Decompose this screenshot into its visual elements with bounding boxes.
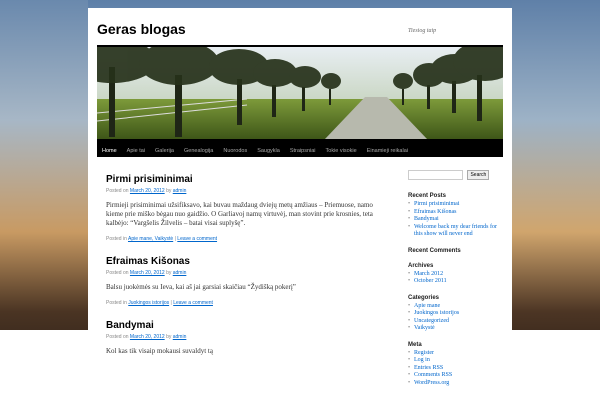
post-title[interactable]: Pirmi prisiminimai bbox=[106, 174, 376, 185]
header-landscape-image bbox=[97, 47, 503, 139]
nav-item-galerija[interactable]: Galerija bbox=[150, 142, 179, 160]
post-meta: Posted on March 20, 2012 by admin bbox=[106, 270, 376, 276]
category-link[interactable]: Uncategorized bbox=[408, 318, 502, 326]
recent-post-link[interactable]: Bandymai bbox=[408, 216, 502, 224]
archive-link[interactable]: March 2012 bbox=[408, 271, 502, 279]
post-author-link[interactable]: admin bbox=[173, 270, 187, 276]
recent-posts-title: Recent Posts bbox=[408, 193, 447, 199]
site-description: Tiesiog taip bbox=[408, 28, 437, 34]
post-body: Balsu juokėmės su Ieva, kai aš jai garsi… bbox=[106, 283, 296, 291]
search-form: Search bbox=[408, 166, 502, 184]
meta-link[interactable]: WordPress.org bbox=[408, 380, 502, 388]
meta-title: Meta bbox=[408, 341, 422, 348]
post-meta: Posted on March 20, 2012 by admin bbox=[106, 188, 376, 194]
post-author-link[interactable]: admin bbox=[173, 188, 187, 194]
search-input[interactable] bbox=[408, 169, 463, 180]
content-area: Pirmi prisiminimai Posted on March 20, 2… bbox=[106, 168, 376, 370]
post-title[interactable]: Efraimas Kišonas bbox=[106, 256, 376, 267]
archives-title: Archives bbox=[408, 262, 434, 269]
recent-posts-list: Pirmi prisiminimai Efraimas Kišonas Band… bbox=[408, 201, 502, 239]
leave-comment-link[interactable]: Leave a comment bbox=[177, 236, 217, 242]
posted-in-label: Posted in bbox=[106, 300, 127, 306]
meta-link[interactable]: Comments RSS bbox=[408, 372, 502, 380]
meta-link[interactable]: Log in bbox=[408, 357, 502, 365]
site-title[interactable]: Geras blogas bbox=[97, 21, 186, 37]
post-date-link[interactable]: March 20, 2012 bbox=[130, 334, 165, 340]
nav-item-apie-tai[interactable]: Apie tai bbox=[122, 142, 150, 160]
background-left bbox=[0, 0, 88, 400]
archives-list: March 2012 October 2011 bbox=[408, 271, 502, 286]
post-categories-link[interactable]: Juokingos istorijos bbox=[128, 300, 169, 306]
post-meta-by: by bbox=[166, 188, 172, 194]
nav-item-nuorodos[interactable]: Nuorodos bbox=[218, 142, 252, 160]
post-date-link[interactable]: March 20, 2012 bbox=[130, 188, 165, 194]
recent-post-link[interactable]: Efraimas Kišonas bbox=[408, 209, 502, 217]
post-meta-prefix: Posted on bbox=[106, 188, 129, 194]
page-wrapper: Geras blogas Tiesiog taip Home Apie tai … bbox=[88, 8, 512, 400]
post-utility: Posted in Apie mane, Vaikystė | Leave a … bbox=[106, 236, 376, 242]
leave-comment-link[interactable]: Leave a comment bbox=[173, 300, 213, 306]
categories-title: Categories bbox=[408, 294, 440, 301]
recent-comments-title: Recent Comments bbox=[408, 247, 461, 254]
post-utility: Posted in Juokingos istorijos | Leave a … bbox=[106, 300, 376, 306]
background-right bbox=[512, 0, 600, 400]
post: Efraimas Kišonas Posted on March 20, 201… bbox=[106, 256, 376, 306]
post-categories-link[interactable]: Apie mane, Vaikystė bbox=[128, 236, 173, 242]
meta-link[interactable]: Register bbox=[408, 350, 502, 358]
search-button[interactable]: Search bbox=[467, 169, 490, 180]
nav-item-tokie-visokie[interactable]: Tokie visokie bbox=[321, 142, 362, 160]
post-meta-by: by bbox=[166, 270, 172, 276]
posted-in-label: Posted in bbox=[106, 236, 127, 242]
post-meta: Posted on March 20, 2012 by admin bbox=[106, 334, 376, 340]
post-meta-prefix: Posted on bbox=[106, 334, 129, 340]
archive-link[interactable]: October 2011 bbox=[408, 278, 502, 286]
nav-item-home[interactable]: Home bbox=[97, 142, 122, 160]
categories-list: Apie mane Juokingos istorijos Uncategori… bbox=[408, 303, 502, 333]
main-navigation: Home Apie tai Galerija Genealogija Nuorodos S… bbox=[97, 139, 503, 157]
header-image bbox=[97, 45, 503, 139]
meta-link[interactable]: Entries RSS bbox=[408, 365, 502, 373]
post-utility-separator: | bbox=[174, 236, 176, 242]
recent-post-link[interactable]: Pirmi prisiminimai bbox=[408, 201, 502, 209]
post-body: Kol kas tik visaip mokausi suvaldyt tą bbox=[106, 347, 213, 355]
post-meta-prefix: Posted on bbox=[106, 270, 129, 276]
category-link[interactable]: Vaikystė bbox=[408, 325, 502, 333]
post-utility-separator: | bbox=[170, 300, 172, 306]
nav-item-straipsniai[interactable]: Straipsniai bbox=[285, 142, 321, 160]
recent-post-link[interactable]: Welcome back my dear friends for this sh… bbox=[408, 224, 502, 239]
nav-item-genealogija[interactable]: Genealogija bbox=[179, 142, 218, 160]
category-link[interactable]: Apie mane bbox=[408, 303, 502, 311]
meta-list: Register Log in Entries RSS Comments RSS… bbox=[408, 350, 502, 388]
post-date-link[interactable]: March 20, 2012 bbox=[130, 270, 165, 276]
nav-item-saugykla[interactable]: Saugykla bbox=[252, 142, 285, 160]
post: Pirmi prisiminimai Posted on March 20, 2… bbox=[106, 174, 376, 242]
post: Bandymai Posted on March 20, 2012 by adm… bbox=[106, 320, 376, 356]
sidebar: Search Recent Posts Pirmi prisiminimai E… bbox=[408, 166, 502, 387]
post-title[interactable]: Bandymai bbox=[106, 320, 376, 331]
post-body: Pirmieji prisiminimai užsifiksavo, kai b… bbox=[106, 201, 373, 227]
post-author-link[interactable]: admin bbox=[173, 334, 187, 340]
category-link[interactable]: Juokingos istorijos bbox=[408, 310, 502, 318]
nav-item-einamieji-reikalai[interactable]: Einamieji reikalai bbox=[362, 142, 413, 160]
post-meta-by: by bbox=[166, 334, 172, 340]
